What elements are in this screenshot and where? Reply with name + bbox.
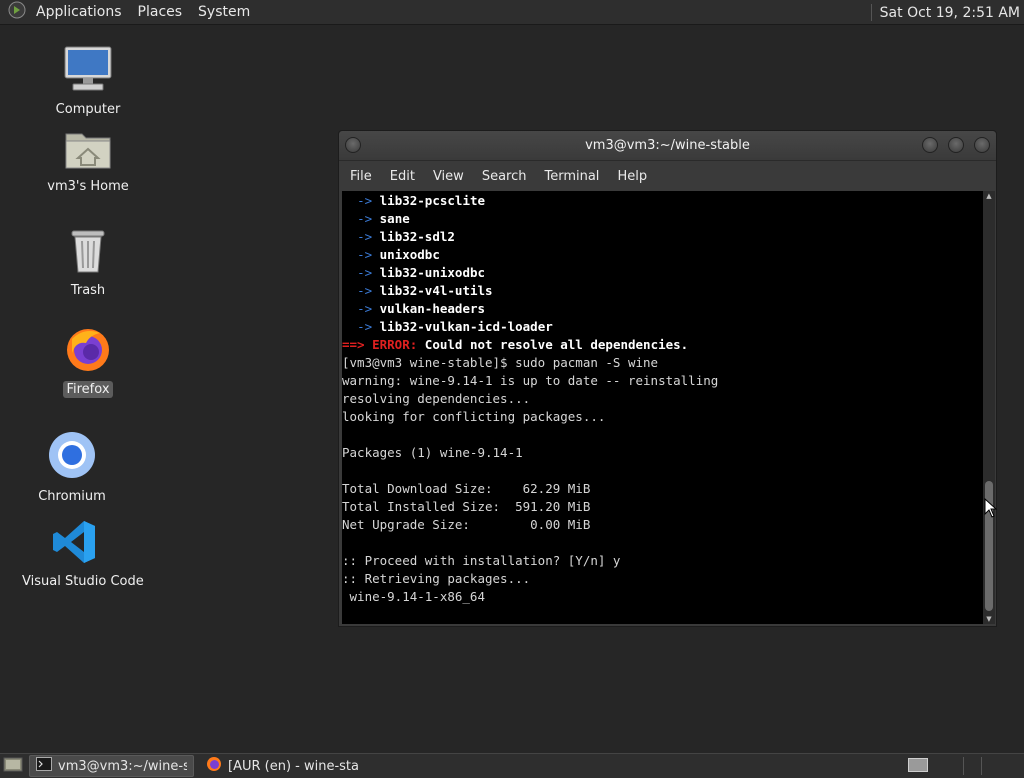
menu-search[interactable]: Search bbox=[473, 169, 536, 184]
menu-edit[interactable]: Edit bbox=[381, 169, 424, 184]
top-panel: Applications Places System Sat Oct 19, 2… bbox=[0, 0, 1024, 25]
chromium-icon bbox=[17, 430, 127, 484]
menu-file[interactable]: File bbox=[341, 169, 381, 184]
terminal-line: -> lib32-pcsclite bbox=[357, 193, 486, 208]
terminal-line: [vm3@vm3 wine-stable]$ sudo pacman -S wi… bbox=[342, 355, 659, 370]
applications-menu[interactable]: Applications bbox=[28, 4, 130, 20]
panel-separator bbox=[963, 757, 964, 775]
terminal-line: Packages (1) wine-9.14-1 bbox=[342, 445, 523, 460]
trash-bin-icon bbox=[33, 228, 143, 278]
desktop-icon-label: Computer bbox=[55, 102, 121, 117]
terminal-icon bbox=[36, 757, 52, 775]
desktop-icon-trash[interactable]: Trash bbox=[33, 228, 143, 299]
dependency-name: lib32-pcsclite bbox=[379, 193, 486, 208]
window-title: vm3@vm3:~/wine-stable bbox=[585, 138, 750, 153]
desktop-icon-label: Visual Studio Code bbox=[22, 574, 144, 589]
terminal-output[interactable]: -> lib32-pcsclite -> sane -> lib32-sdl2 … bbox=[342, 191, 983, 624]
dependency-name: lib32-unixodbc bbox=[379, 265, 486, 280]
taskbar-item-terminal[interactable]: vm3@vm3:~/wine-s... bbox=[29, 755, 194, 777]
firefox-icon bbox=[33, 325, 143, 377]
error-arrow: ==> bbox=[342, 337, 365, 352]
menu-view[interactable]: View bbox=[424, 169, 473, 184]
desktop-icon-label: vm3's Home bbox=[47, 179, 129, 194]
dependency-name: unixodbc bbox=[379, 247, 440, 262]
dependency-name: sane bbox=[379, 211, 410, 226]
window-titlebar[interactable]: vm3@vm3:~/wine-stable bbox=[339, 131, 996, 161]
mouse-pointer-icon bbox=[984, 497, 998, 522]
menu-terminal[interactable]: Terminal bbox=[535, 169, 608, 184]
menu-help[interactable]: Help bbox=[608, 169, 656, 184]
terminal-line: -> lib32-sdl2 bbox=[357, 229, 455, 244]
vscode-icon bbox=[19, 519, 129, 569]
taskbar-item-label: vm3@vm3:~/wine-s... bbox=[58, 758, 187, 774]
maximize-button[interactable] bbox=[948, 137, 964, 153]
workspace-switcher[interactable] bbox=[908, 758, 928, 772]
desktop-icon-vscode[interactable]: Visual Studio Code bbox=[19, 519, 144, 590]
taskbar-item-label: [AUR (en) - wine-sta... bbox=[228, 758, 359, 774]
desktop-icon-firefox[interactable]: Firefox bbox=[33, 325, 143, 398]
clock-text: Sat Oct 19, 2:51 AM bbox=[879, 4, 1020, 21]
terminal-scrollbar[interactable]: ▲ ▼ bbox=[983, 191, 995, 624]
desktop-icon-label: Chromium bbox=[38, 489, 106, 504]
error-line: ==> ERROR: Could not resolve all depende… bbox=[342, 336, 983, 354]
terminal-line: -> sane bbox=[357, 211, 410, 226]
error-label: ERROR: bbox=[372, 337, 418, 352]
places-menu[interactable]: Places bbox=[130, 4, 191, 20]
panel-separator bbox=[981, 757, 982, 775]
close-button[interactable] bbox=[974, 137, 990, 153]
terminal-line: looking for conflicting packages... bbox=[342, 409, 606, 424]
error-message: Could not resolve all dependencies. bbox=[424, 337, 689, 352]
terminal-menubar: File Edit View Search Terminal Help bbox=[339, 161, 996, 191]
terminal-line: Total Installed Size: 591.20 MiB bbox=[342, 499, 591, 514]
desktop-icon-chromium[interactable]: Chromium bbox=[17, 430, 127, 505]
terminal-line: -> lib32-v4l-utils bbox=[357, 283, 493, 298]
firefox-icon bbox=[206, 756, 222, 776]
terminal-line: -> lib32-vulkan-icd-loader bbox=[357, 319, 553, 334]
clock-area[interactable]: Sat Oct 19, 2:51 AM bbox=[870, 0, 1020, 25]
terminal-line: -> unixodbc bbox=[357, 247, 440, 262]
bottom-panel: vm3@vm3:~/wine-s... [AUR (en) - wine-sta… bbox=[0, 753, 1024, 778]
terminal-window[interactable]: vm3@vm3:~/wine-stable File Edit View Sea… bbox=[338, 130, 997, 627]
home-folder-icon bbox=[33, 128, 143, 174]
show-desktop-icon[interactable] bbox=[3, 755, 23, 777]
desktop-icon-computer[interactable]: Computer bbox=[33, 45, 143, 118]
terminal-line: Net Upgrade Size: 0.00 MiB bbox=[342, 517, 591, 532]
terminal-line: :: Proceed with installation? [Y/n] y bbox=[342, 553, 621, 568]
terminal-line: Total Download Size: 62.29 MiB bbox=[342, 481, 591, 496]
system-menu[interactable]: System bbox=[190, 4, 258, 20]
minimize-button[interactable] bbox=[922, 137, 938, 153]
terminal-line: :: Retrieving packages... bbox=[342, 571, 531, 586]
desktop-icon-home[interactable]: vm3's Home bbox=[33, 128, 143, 195]
computer-monitor-icon bbox=[33, 45, 143, 97]
desktop-icon-label: Trash bbox=[70, 283, 106, 298]
panel-separator bbox=[870, 4, 872, 21]
terminal-line: resolving dependencies... bbox=[342, 391, 531, 406]
terminal-line: warning: wine-9.14-1 is up to date -- re… bbox=[342, 373, 719, 388]
terminal-line: -> vulkan-headers bbox=[357, 301, 486, 316]
terminal-line: -> lib32-unixodbc bbox=[357, 265, 486, 280]
taskbar-item-firefox[interactable]: [AUR (en) - wine-sta... bbox=[200, 755, 365, 777]
dependency-name: lib32-vulkan-icd-loader bbox=[379, 319, 553, 334]
dependency-name: lib32-v4l-utils bbox=[379, 283, 493, 298]
dependency-name: lib32-sdl2 bbox=[379, 229, 455, 244]
scroll-down-arrow-icon[interactable]: ▼ bbox=[983, 614, 995, 624]
terminal-line: wine-9.14-1-x86_64 bbox=[342, 589, 485, 604]
dependency-name: vulkan-headers bbox=[379, 301, 486, 316]
desktop-icon-label: Firefox bbox=[63, 381, 113, 398]
scroll-up-arrow-icon[interactable]: ▲ bbox=[983, 191, 995, 201]
distro-logo-icon[interactable] bbox=[8, 1, 26, 23]
